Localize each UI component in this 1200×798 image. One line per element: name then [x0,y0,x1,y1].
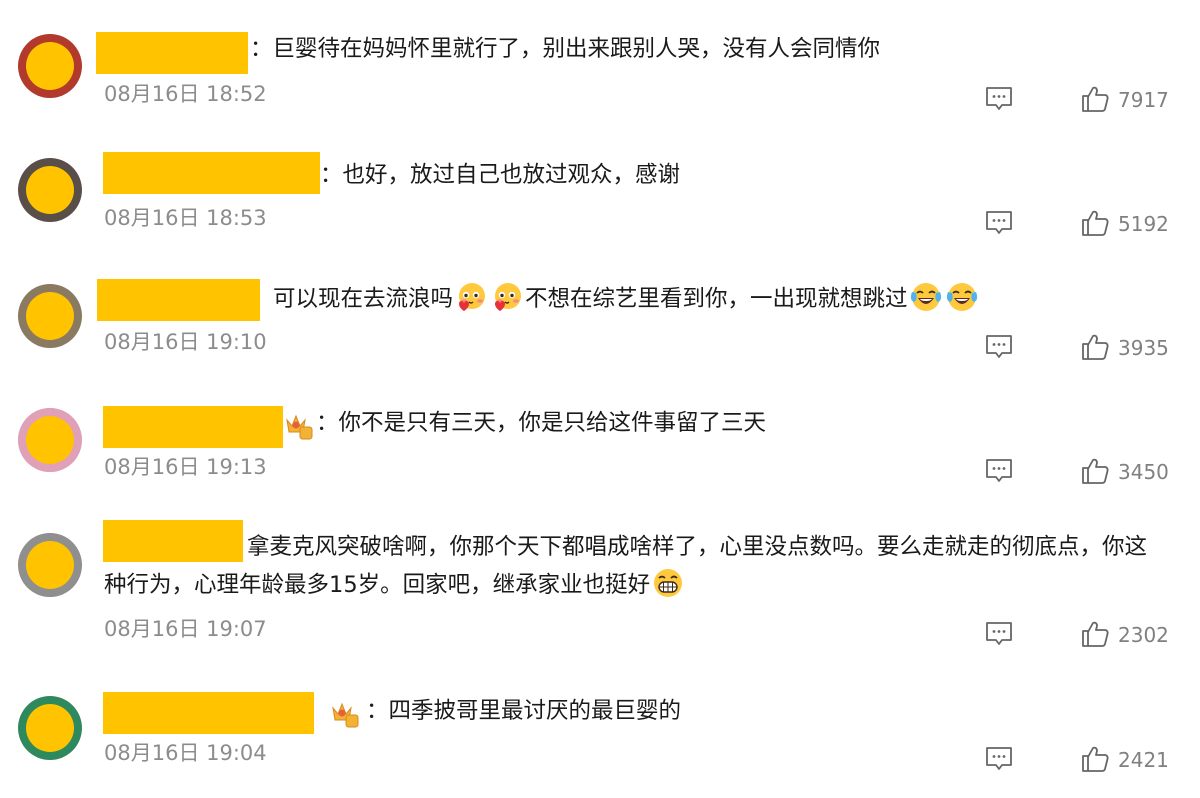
like-count: 7917 [1118,88,1169,112]
like-button[interactable]: 2421 [1080,744,1170,774]
thumbs-up-icon [1080,456,1110,486]
comment-bubble-icon [984,456,1014,486]
text-prefix: ： [366,698,389,724]
comment-time: 08月16日 19:07 [104,617,267,641]
like-count: 3935 [1118,336,1169,360]
username-redaction[interactable] [103,152,320,194]
comment-bubble-icon [984,208,1014,238]
comment-text: ：也好，放过自己也放过观众，感谢 [320,156,680,194]
comment-body: 巨婴待在妈妈怀里就行了，别出来跟别人哭，没有人会同情你 [272,36,881,62]
like-button[interactable]: 3935 [1080,332,1170,362]
comment-body-part: 不想在综艺里看到你，一出现就想跳过 [525,286,908,312]
text-prefix: ： [320,162,343,188]
like-count: 5192 [1118,212,1169,236]
like-button[interactable]: 3450 [1080,456,1170,486]
crown-badge-icon [330,698,360,728]
comment-text-line-1: 拿麦克风突破啥啊，你那个天下都唱成啥样了，心里没点数吗。要么走就走的彻底点，你这 [247,534,1148,560]
crown-badge-icon [284,410,314,440]
reply-button[interactable] [984,208,1014,238]
avatar-redaction [26,292,74,340]
comment-body: 你不是只有三天，你是只给这件事留了三天 [338,410,767,436]
comment-body: 也好，放过自己也放过观众，感谢 [342,162,681,188]
avatar[interactable] [18,408,82,472]
laughing-tears-emoji [909,280,943,314]
reply-button[interactable] [984,332,1014,362]
avatar-redaction [26,704,74,752]
username-redaction[interactable] [103,406,283,448]
laughing-tears-emoji [945,280,979,314]
thumbs-up-icon [1080,84,1110,114]
like-button[interactable]: 5192 [1080,208,1170,238]
avatar[interactable] [18,696,82,760]
thumbs-up-icon [1080,619,1110,649]
comment-time: 08月16日 18:52 [104,82,267,106]
comment-body-part: 可以现在去流浪吗 [273,286,454,312]
reply-button[interactable] [984,456,1014,486]
avatar[interactable] [18,284,82,348]
comment-time: 08月16日 19:13 [104,455,267,479]
comment-bubble-icon [984,84,1014,114]
comment-text: ：四季披哥里最讨厌的最巨婴的 [366,692,681,730]
like-count: 3450 [1118,460,1169,484]
comment-bubble-icon [984,744,1014,774]
username-redaction[interactable] [97,279,260,321]
like-count: 2421 [1118,748,1169,772]
avatar[interactable] [18,533,82,597]
blushing-heart-emoji [490,280,524,314]
comment-text: ：你不是只有三天，你是只给这件事留了三天 [316,404,766,442]
comment-time: 08月16日 19:04 [104,741,267,765]
comment-list-page: { "comments": [ { "prefix": "：", "text":… [0,0,1200,798]
comment-text-line-2: 种行为，心理年龄最多15岁。回家吧，继承家业也挺好 [104,566,686,604]
like-button[interactable]: 2302 [1080,619,1170,649]
comment-text: ：巨婴待在妈妈怀里就行了，别出来跟别人哭，没有人会同情你 [250,30,880,68]
reply-button[interactable] [984,84,1014,114]
comment-body: 种行为，心理年龄最多15岁。回家吧，继承家业也挺好 [104,572,651,598]
avatar-redaction [26,166,74,214]
blushing-heart-emoji [454,280,488,314]
avatar-redaction [26,42,74,90]
like-count: 2302 [1118,623,1169,647]
comment-time: 08月16日 18:53 [104,206,267,230]
username-redaction[interactable] [103,520,243,562]
thumbs-up-icon [1080,744,1110,774]
thumbs-up-icon [1080,332,1110,362]
comment-bubble-icon [984,332,1014,362]
like-button[interactable]: 7917 [1080,84,1170,114]
comment-bubble-icon [984,619,1014,649]
avatar-redaction [26,416,74,464]
reply-button[interactable] [984,744,1014,774]
avatar[interactable] [18,158,82,222]
reply-button[interactable] [984,619,1014,649]
username-redaction[interactable] [103,692,314,734]
username-redaction[interactable] [96,32,248,74]
grinning-emoji [651,566,685,600]
thumbs-up-icon [1080,208,1110,238]
comment-body: 四季披哥里最讨厌的最巨婴的 [388,698,682,724]
avatar[interactable] [18,34,82,98]
comment-text: 可以现在去流浪吗 不想在综艺里看到你，一出现就想跳过 [273,280,980,318]
text-prefix: ： [250,36,273,62]
avatar-redaction [26,541,74,589]
text-prefix: ： [316,410,339,436]
comment-time: 08月16日 19:10 [104,330,267,354]
